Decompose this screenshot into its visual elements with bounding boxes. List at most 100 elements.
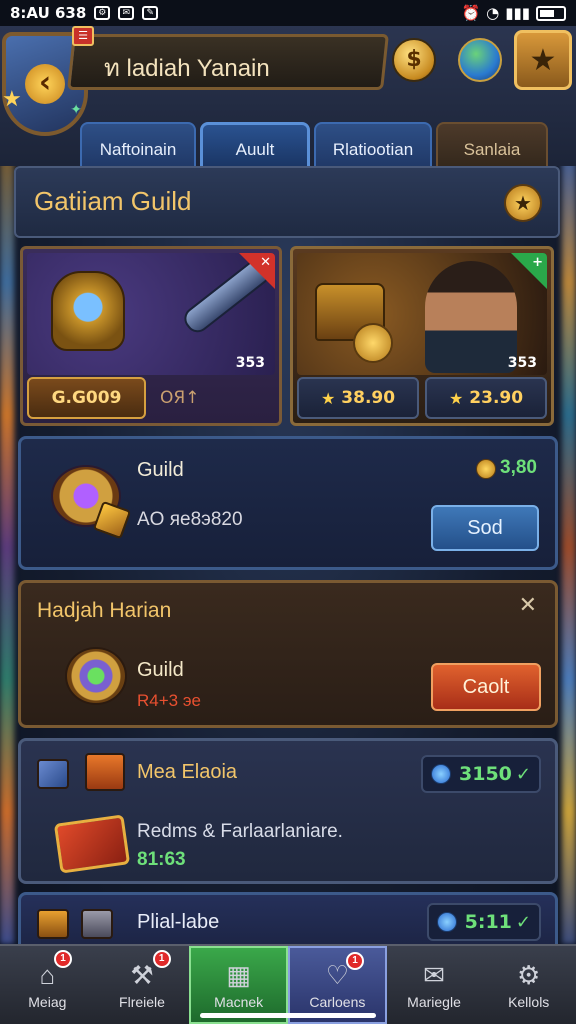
notification-badge: 1 — [54, 950, 72, 968]
offer-subtitle: R4+3 эe — [137, 691, 201, 710]
status-time: 8:AU 638 — [10, 4, 87, 22]
hero-portrait — [425, 261, 517, 373]
tab-label: Rlatiootian — [332, 140, 414, 159]
star-icon: ★ — [2, 87, 22, 112]
price-button[interactable]: ★ 23.90 — [425, 377, 547, 419]
nav-label: Mariegle — [407, 994, 461, 1010]
nav-messages[interactable]: ✉ Mariegle — [387, 946, 482, 1024]
favorites-button[interactable]: ★ — [514, 30, 572, 90]
price-value: 38.90 — [341, 388, 396, 408]
secondary-value: OЯ↑ — [160, 388, 200, 408]
sparkle-icon: ✦ — [70, 102, 82, 118]
mega-offer-row: Mea Elaoia 3150 ✓ Redms & Farlaarlaniare… — [18, 738, 558, 884]
offer-title: Hadjah Harian — [37, 599, 172, 622]
battery-icon — [536, 5, 566, 21]
gold-currency-button[interactable]: $ — [392, 38, 436, 82]
menu-flag-icon[interactable]: ☰ — [72, 26, 94, 46]
item-count: 353 — [235, 355, 265, 371]
nav-label: Macnek — [214, 994, 264, 1010]
offer-amount: 3,80 — [476, 457, 537, 479]
globe-button[interactable] — [458, 38, 502, 82]
daily-offer-row: Hadjah Harian ✕ Guild R4+3 эe Caolt — [18, 580, 558, 728]
tab-label: Sanlaia — [463, 140, 521, 159]
pack-offer-row: Plial-labe 5:11 ✓ — [18, 892, 558, 952]
price-value: 23.90 — [469, 388, 524, 408]
offer-title: Mea Elaoia — [137, 761, 238, 783]
nav-forge[interactable]: ⚒ 1 Flreiele — [95, 946, 190, 1024]
alarm-icon: ⏰ — [461, 4, 481, 22]
guild-offer-row: Guild AO яe8э820 3,80 Sod — [18, 436, 558, 570]
gem-icon — [431, 764, 452, 784]
price-row: ★ 38.90 ★ 23.90 — [297, 377, 547, 419]
amount-value: 5:11 — [464, 911, 512, 933]
tab-label: Naftoinain — [99, 140, 177, 159]
grid-icon: ▦ — [226, 959, 251, 990]
status-bar: 8:AU 638 ⚙ ✉ ✎ ⏰ ◔ ▮▮▮ — [0, 0, 576, 26]
check-icon: ✓ — [515, 763, 531, 785]
nav-home[interactable]: ⌂ 1 Meiag — [0, 946, 95, 1024]
secondary-price: OЯ↑ — [152, 377, 275, 419]
offer-name: Guild — [137, 659, 184, 681]
nav-label: Carloens — [309, 994, 366, 1010]
guild-title-panel: Gatiiam Guild ★ — [14, 166, 560, 238]
page-title: ท ladiah Yanain — [104, 55, 270, 82]
letter-icon: ✉ — [423, 959, 445, 990]
price-row: G.G009 OЯ↑ — [27, 377, 275, 419]
star-icon: ★ — [320, 388, 336, 408]
coins-icon — [353, 323, 393, 363]
coin-icon — [476, 458, 497, 479]
offer-title: Plial-labe — [137, 911, 220, 933]
chat-icon: ✎ — [142, 6, 159, 20]
star-icon: ★ — [529, 42, 557, 78]
right-edge-glow — [562, 150, 576, 944]
item-card-helm[interactable]: ✕ 353 G.G009 OЯ↑ — [20, 246, 282, 426]
mail-icon: ✉ — [118, 6, 135, 20]
item-art: ✕ 353 — [27, 253, 275, 375]
price-button[interactable]: G.G009 — [27, 377, 146, 419]
amount-value: 3,80 — [500, 457, 537, 478]
signal-icon: ▮▮▮ — [505, 4, 530, 22]
value-text: 81:63 — [137, 849, 186, 870]
nav-label: Kellols — [508, 994, 550, 1010]
section-title: Gatiiam Guild — [34, 186, 192, 216]
settings-icon: ⚙ — [94, 6, 111, 20]
left-edge-glow — [0, 150, 14, 944]
price-value: G.G009 — [51, 388, 122, 408]
cube-icon — [37, 759, 69, 789]
gem-icon — [436, 912, 457, 932]
wifi-icon: ◔ — [486, 4, 500, 22]
claim-button[interactable]: Caolt — [431, 663, 541, 711]
gem-price-pill[interactable]: 5:11 ✓ — [426, 903, 541, 941]
gear-icon: ⚙ — [517, 959, 541, 990]
crate-icon — [37, 909, 69, 939]
bottom-nav: ⌂ 1 Meiag ⚒ 1 Flreiele ▦ Macnek ♡ 1 Carl… — [0, 944, 576, 1024]
nav-label: Flreiele — [119, 994, 165, 1010]
offer-subtitle: AO яe8э820 — [137, 509, 243, 530]
notification-badge: 1 — [152, 950, 171, 968]
header: ‹ ★ ✦ ☰ ท ladiah Yanain $ ★ Naftoinain A… — [0, 26, 576, 178]
check-icon: ✓ — [515, 911, 531, 933]
back-arrow-icon: ‹ — [25, 64, 65, 104]
notification-badge: 1 — [346, 952, 365, 970]
offer-name: Guild — [137, 459, 184, 481]
red-chest-icon — [53, 814, 131, 874]
guild-star-badge-icon[interactable]: ★ — [504, 184, 542, 222]
chest-icon — [85, 753, 125, 791]
tag-glyph-icon: ✕ — [260, 255, 271, 270]
close-icon[interactable]: ✕ — [519, 593, 537, 618]
item-card-chest[interactable]: + 353 ★ 38.90 ★ 23.90 — [290, 246, 554, 426]
item-art: + 353 — [297, 253, 547, 375]
tab-label: Auult — [235, 140, 275, 159]
plus-icon: + — [532, 255, 543, 270]
item-count: 353 — [507, 355, 537, 371]
nav-label: Meiag — [28, 994, 67, 1010]
nav-settings[interactable]: ⚙ Kellols — [481, 946, 576, 1024]
buy-button[interactable]: Sod — [431, 505, 539, 551]
gem-price-pill[interactable]: 3150 ✓ — [421, 755, 541, 793]
price-button[interactable]: ★ 38.90 — [297, 377, 419, 419]
home-indicator[interactable] — [200, 1013, 376, 1018]
box-icon — [81, 909, 113, 939]
amulet-icon — [65, 647, 127, 705]
offer-value: 81:63 — [137, 849, 186, 871]
amount-value: 3150 — [459, 763, 512, 785]
